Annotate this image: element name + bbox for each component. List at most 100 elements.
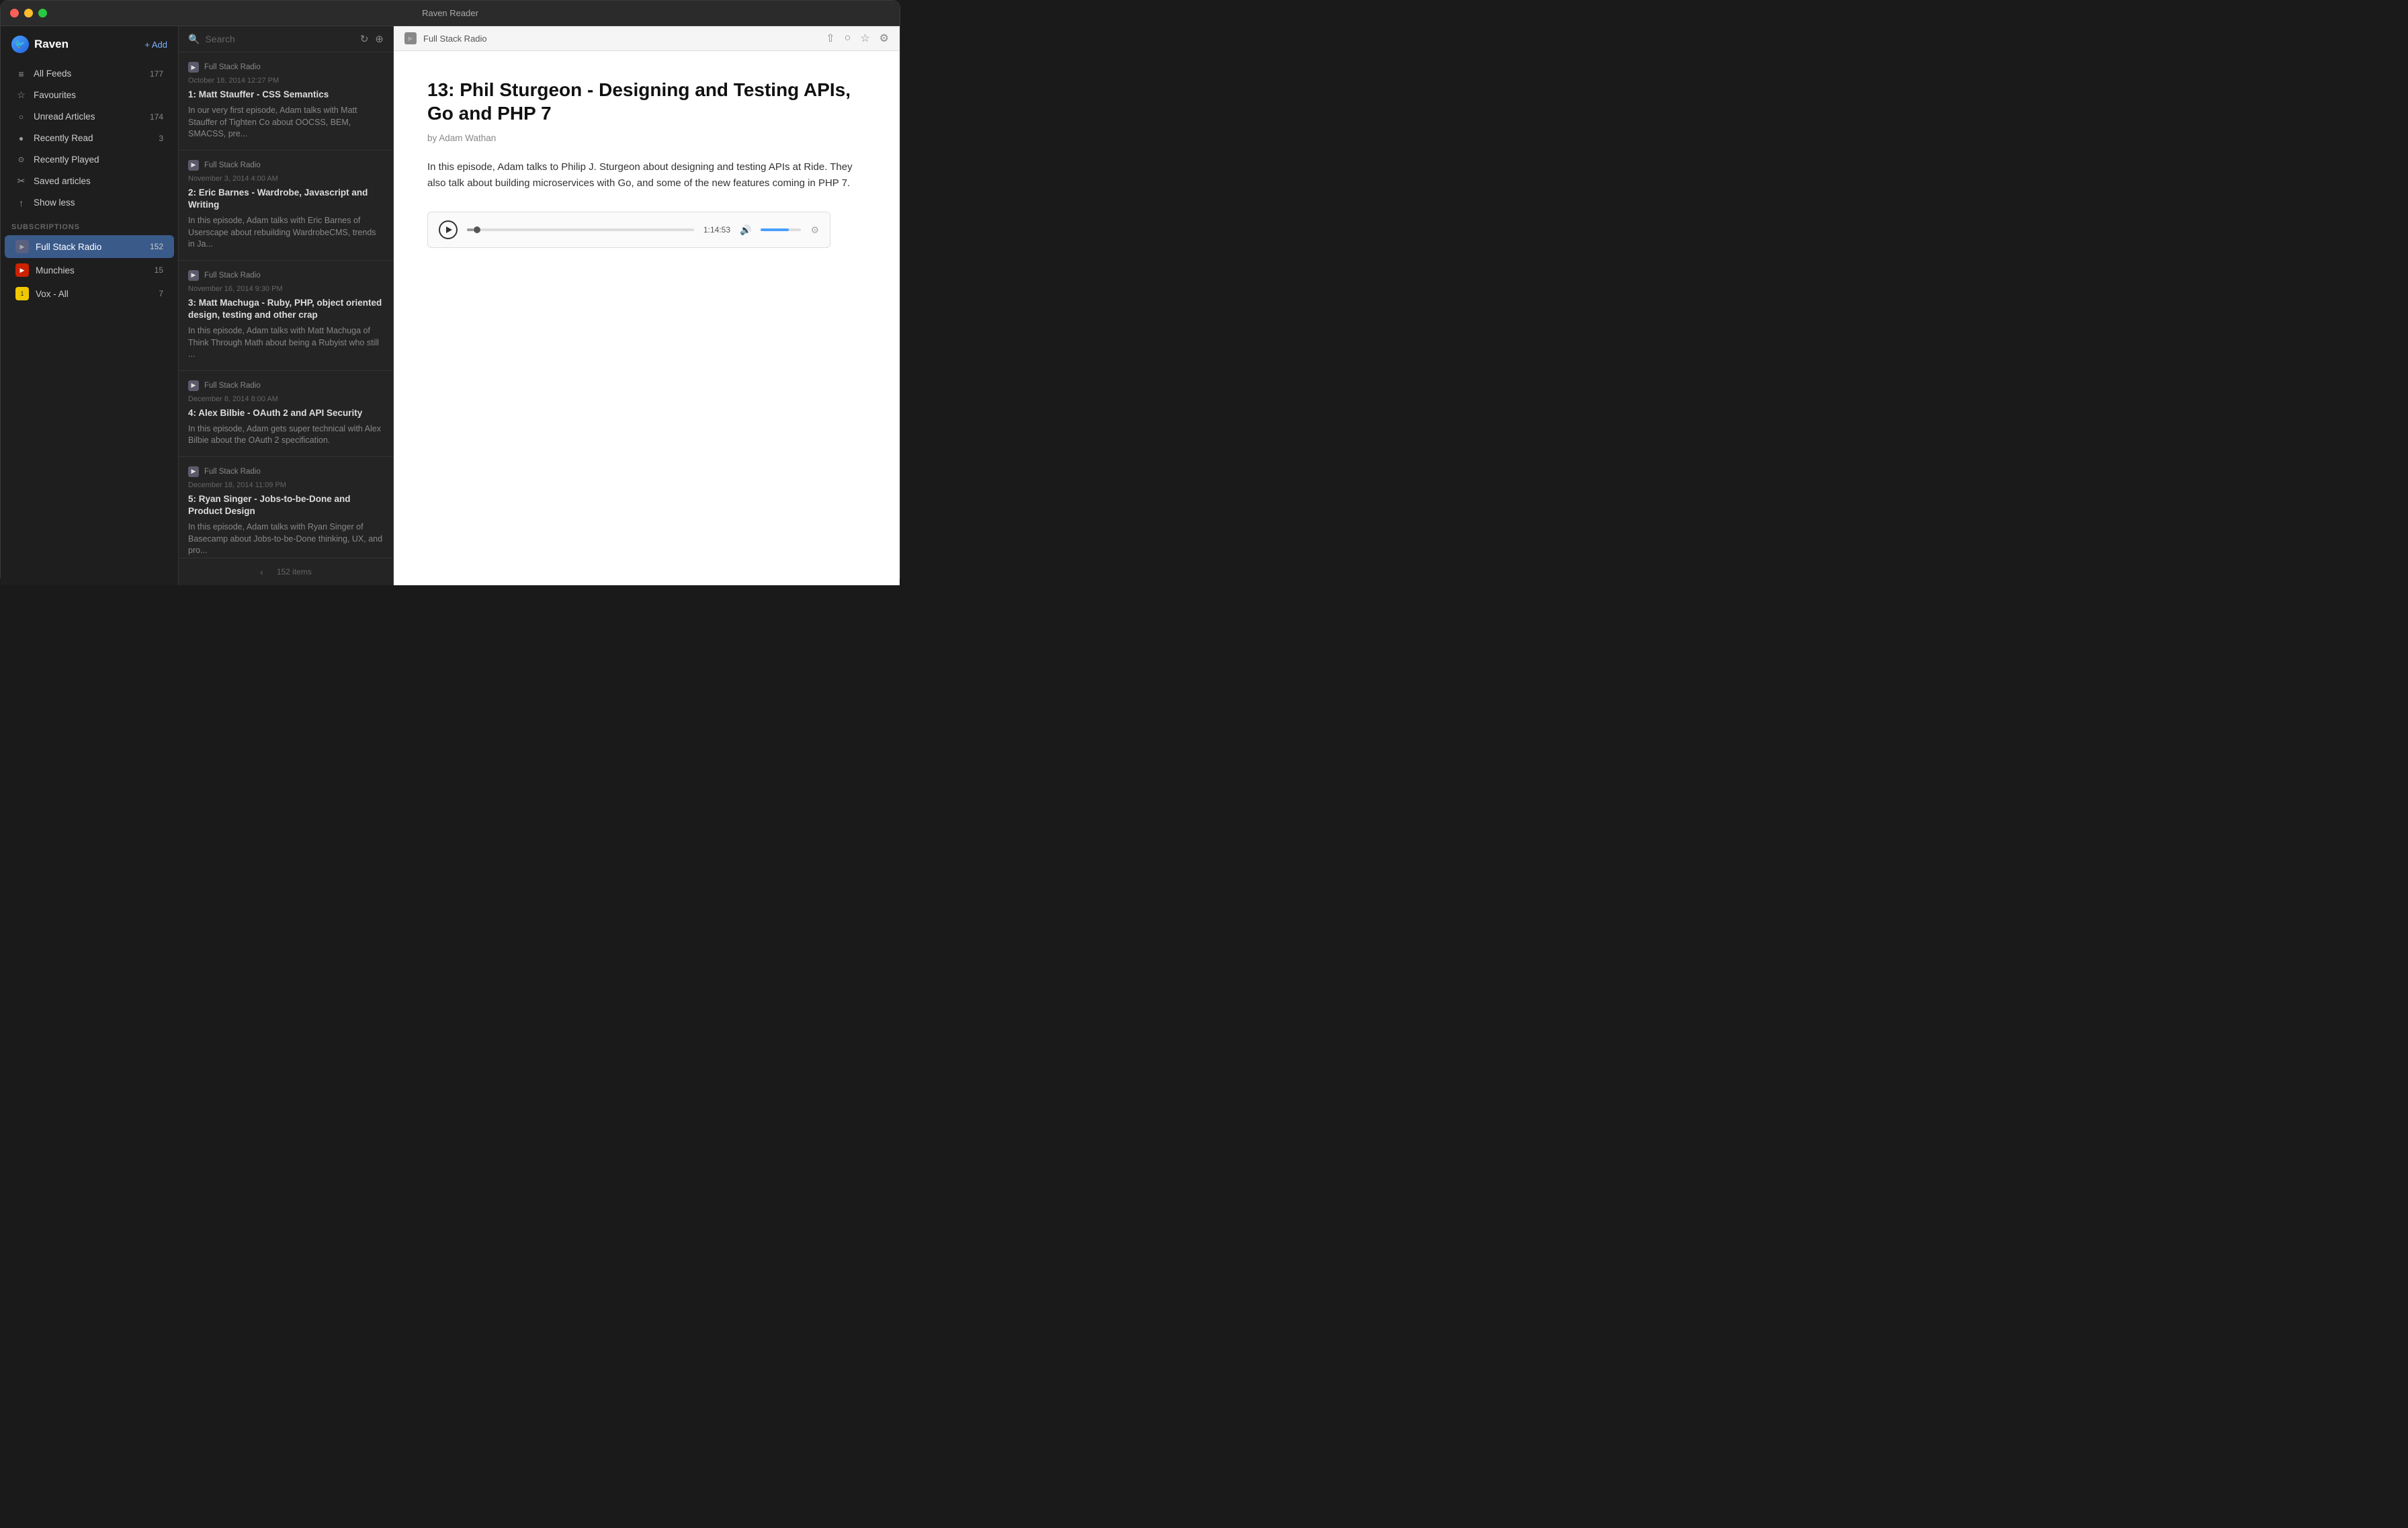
table-row[interactable]: ▶ Full Stack Radio December 8, 2014 8:00… [179, 371, 393, 457]
logo-text: Raven [34, 38, 69, 51]
refresh-icon[interactable]: ↻ [360, 33, 369, 45]
volume-fill [761, 228, 789, 231]
sidebar-item-saved-articles[interactable]: ✂ Saved articles [5, 171, 174, 192]
star-icon[interactable]: ☆ [860, 32, 869, 45]
player-settings-icon[interactable]: ⚙ [810, 224, 819, 236]
feed-icon: ▶ [188, 160, 199, 171]
munchies-label: Munchies [36, 265, 148, 275]
play-icon [446, 226, 452, 233]
settings-icon[interactable]: ⚙ [879, 32, 889, 45]
logo-icon: 🐦 [11, 36, 29, 53]
progress-fill [467, 228, 474, 231]
app-body: 🐦 Raven + Add ≡ All Feeds 177 ☆ Favourit… [1, 26, 900, 585]
table-row[interactable]: ▶ Full Stack Radio October 18, 2014 12:2… [179, 52, 393, 151]
article-meta: ▶ Full Stack Radio [188, 270, 384, 281]
article-date: December 18, 2014 11:09 PM [188, 481, 384, 489]
full-stack-radio-icon: ▶ [15, 240, 29, 253]
subscription-vox-all[interactable]: 1 Vox - All 7 [5, 282, 174, 305]
article-main-title: 13: Phil Sturgeon - Designing and Testin… [427, 78, 866, 125]
full-stack-radio-label: Full Stack Radio [36, 242, 143, 252]
recently-played-label: Recently Played [34, 155, 163, 165]
sidebar-item-all-feeds[interactable]: ≡ All Feeds 177 [5, 63, 174, 84]
subscriptions-label: SUBSCRIPTIONS [1, 216, 178, 235]
time-display: 1:14:53 [703, 225, 730, 235]
full-stack-radio-count: 152 [150, 242, 163, 251]
item-count: 152 items [277, 567, 312, 577]
article-list: ▶ Full Stack Radio October 18, 2014 12:2… [179, 52, 393, 558]
feed-name: Full Stack Radio [204, 161, 261, 169]
article-title: 1: Matt Stauffer - CSS Semantics [188, 89, 384, 101]
search-bar: 🔍 ↻ ⊕ [179, 26, 393, 52]
detail-feed-name: Full Stack Radio [423, 34, 819, 44]
mark-read-icon[interactable]: ○ [845, 32, 851, 44]
article-title: 3: Matt Machuga - Ruby, PHP, object orie… [188, 297, 384, 321]
show-less-label: Show less [34, 198, 163, 208]
progress-dot [474, 226, 480, 233]
play-button[interactable] [439, 220, 458, 239]
favourites-icon: ☆ [15, 89, 27, 101]
maximize-button[interactable] [38, 9, 47, 17]
app-title: Raven Reader [422, 8, 478, 18]
sidebar-header: 🐦 Raven + Add [1, 26, 178, 60]
list-footer: ‹ 152 items [179, 558, 393, 585]
feed-icon: ▶ [188, 380, 199, 391]
saved-articles-icon: ✂ [15, 175, 27, 187]
middle-panel: 🔍 ↻ ⊕ ▶ Full Stack Radio October 18, 201… [179, 26, 394, 585]
recently-read-label: Recently Read [34, 133, 152, 143]
sidebar-item-show-less[interactable]: ↑ Show less [5, 192, 174, 213]
unread-articles-count: 174 [150, 112, 163, 122]
minimize-button[interactable] [24, 9, 33, 17]
article-meta: ▶ Full Stack Radio [188, 466, 384, 477]
table-row[interactable]: ▶ Full Stack Radio November 16, 2014 9:3… [179, 261, 393, 371]
feed-icon: ▶ [188, 270, 199, 281]
sidebar-nav: ≡ All Feeds 177 ☆ Favourites ○ Unread Ar… [1, 60, 178, 216]
subscription-munchies[interactable]: ▶ Munchies 15 [5, 259, 174, 282]
article-meta: ▶ Full Stack Radio [188, 62, 384, 73]
share-icon[interactable]: ⇧ [826, 32, 834, 45]
prev-page-button[interactable]: ‹ [260, 566, 263, 577]
feed-icon: ▶ [188, 466, 199, 477]
volume-icon[interactable]: 🔊 [740, 224, 751, 236]
recently-read-count: 3 [159, 134, 163, 143]
feed-name: Full Stack Radio [204, 382, 261, 390]
progress-bar[interactable] [467, 228, 694, 231]
filter-icon[interactable]: ⊕ [375, 33, 384, 45]
detail-content: 13: Phil Sturgeon - Designing and Testin… [394, 51, 900, 585]
sidebar: 🐦 Raven + Add ≡ All Feeds 177 ☆ Favourit… [1, 26, 179, 585]
close-button[interactable] [10, 9, 19, 17]
article-date: December 8, 2014 8:00 AM [188, 395, 384, 403]
vox-all-label: Vox - All [36, 289, 152, 299]
sidebar-item-recently-read[interactable]: ● Recently Read 3 [5, 128, 174, 148]
volume-bar[interactable] [761, 228, 801, 231]
toolbar-icons: ↻ ⊕ [360, 33, 384, 45]
article-excerpt: In this episode, Adam talks with Ryan Si… [188, 521, 384, 557]
detail-header-actions: ⇧ ○ ☆ ⚙ [826, 32, 889, 45]
article-excerpt: In this episode, Adam talks with Eric Ba… [188, 215, 384, 251]
article-excerpt: In this episode, Adam gets super technic… [188, 423, 384, 447]
all-feeds-icon: ≡ [15, 68, 27, 79]
article-meta: ▶ Full Stack Radio [188, 160, 384, 171]
subscription-full-stack-radio[interactable]: ▶ Full Stack Radio 152 [5, 235, 174, 258]
sidebar-item-unread-articles[interactable]: ○ Unread Articles 174 [5, 106, 174, 127]
table-row[interactable]: ▶ Full Stack Radio November 3, 2014 4:00… [179, 151, 393, 261]
audio-player: 1:14:53 🔊 ⚙ [427, 212, 830, 248]
article-title: 4: Alex Bilbie - OAuth 2 and API Securit… [188, 407, 384, 419]
search-input[interactable] [205, 34, 354, 44]
show-less-icon: ↑ [15, 197, 27, 208]
progress-container [467, 228, 694, 231]
article-excerpt: In our very first episode, Adam talks wi… [188, 105, 384, 140]
vox-all-icon: 1 [15, 287, 29, 300]
detail-header: ▶ Full Stack Radio ⇧ ○ ☆ ⚙ [394, 26, 900, 51]
article-title: 5: Ryan Singer - Jobs-to-be-Done and Pro… [188, 493, 384, 517]
window-controls[interactable] [10, 9, 47, 17]
feed-name: Full Stack Radio [204, 468, 261, 476]
munchies-count: 15 [155, 265, 163, 275]
sidebar-item-favourites[interactable]: ☆ Favourites [5, 85, 174, 105]
subscriptions-list: ▶ Full Stack Radio 152 ▶ Munchies 15 1 V… [1, 235, 178, 306]
sidebar-item-recently-played[interactable]: ⊙ Recently Played [5, 149, 174, 170]
recently-played-icon: ⊙ [15, 154, 27, 165]
add-button[interactable]: + Add [144, 40, 167, 50]
article-meta: ▶ Full Stack Radio [188, 380, 384, 391]
table-row[interactable]: ▶ Full Stack Radio December 18, 2014 11:… [179, 457, 393, 558]
detail-feed-icon: ▶ [404, 32, 417, 44]
